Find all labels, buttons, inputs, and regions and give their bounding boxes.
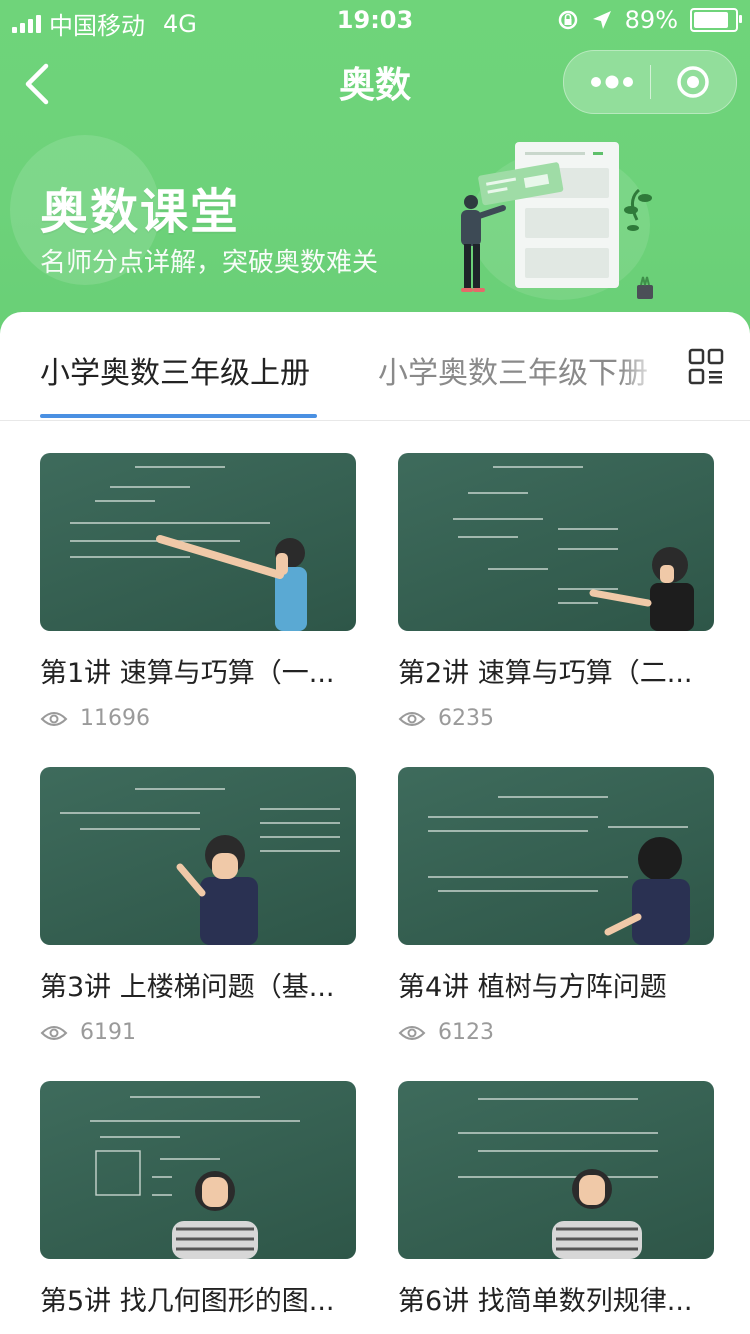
lesson-card[interactable]: 第2讲 速算与巧算（二... 6235 bbox=[398, 453, 714, 731]
view-count-value: 6191 bbox=[80, 1020, 136, 1045]
status-bar: 中国移动 4G 19:03 89% bbox=[0, 0, 750, 40]
chalkboard-image bbox=[60, 788, 340, 945]
eye-icon bbox=[398, 1025, 426, 1040]
battery-percent: 89% bbox=[624, 6, 678, 34]
miniprogram-capsule bbox=[563, 50, 737, 114]
category-menu-icon[interactable] bbox=[688, 348, 724, 386]
view-count: 6235 bbox=[398, 706, 714, 731]
lesson-thumbnail[interactable] bbox=[40, 767, 356, 945]
view-count-value: 6235 bbox=[438, 706, 494, 731]
lesson-thumbnail[interactable] bbox=[398, 453, 714, 631]
banner-title: 奥数课堂 bbox=[40, 184, 241, 240]
close-miniprogram-icon[interactable] bbox=[676, 65, 710, 99]
chalkboard-image bbox=[70, 466, 307, 631]
more-icon[interactable] bbox=[586, 69, 638, 95]
tab-grade3-volume2[interactable]: 小学奥数三年级下册 bbox=[378, 348, 652, 392]
eye-icon bbox=[398, 711, 426, 726]
lesson-thumbnail[interactable] bbox=[398, 1081, 714, 1259]
eye-icon bbox=[40, 1025, 68, 1040]
view-count: 6191 bbox=[40, 1020, 356, 1045]
orientation-lock-icon bbox=[558, 10, 577, 30]
capsule-divider bbox=[650, 65, 651, 99]
lesson-card[interactable]: 第5讲 找几何图形的图... bbox=[40, 1081, 356, 1318]
chalkboard-image bbox=[458, 1098, 658, 1259]
lesson-card[interactable]: 第6讲 找简单数列规律... bbox=[398, 1081, 714, 1318]
lesson-title: 第5讲 找几何图形的图... bbox=[40, 1286, 335, 1317]
active-tab-indicator bbox=[40, 414, 317, 418]
lesson-thumbnail[interactable] bbox=[398, 767, 714, 945]
view-count-value: 11696 bbox=[80, 706, 150, 731]
lesson-title: 第6讲 找简单数列规律... bbox=[398, 1286, 693, 1317]
content-sheet: 小学奥数三年级上册 小学奥数三年级下册 第1讲 速算与巧算（一... 11696… bbox=[0, 312, 750, 1334]
view-count: 11696 bbox=[40, 706, 356, 731]
tab-grade3-volume1[interactable]: 小学奥数三年级上册 bbox=[40, 348, 310, 392]
lesson-title: 第3讲 上楼梯问题（基... bbox=[40, 972, 335, 1003]
view-count: 6123 bbox=[398, 1020, 714, 1045]
header-banner: 中国移动 4G 19:03 89% 奥数 奥数课堂 名师分点详解，突破奥数难关 bbox=[0, 0, 750, 340]
lesson-title: 第2讲 速算与巧算（二... bbox=[398, 658, 693, 689]
chalkboard-image bbox=[428, 796, 690, 945]
tab-overflow-fade bbox=[620, 332, 660, 402]
eye-icon bbox=[40, 711, 68, 726]
location-icon bbox=[592, 11, 611, 29]
view-count-value: 6123 bbox=[438, 1020, 494, 1045]
lesson-thumbnail[interactable] bbox=[40, 1081, 356, 1259]
lesson-card[interactable]: 第1讲 速算与巧算（一... 11696 bbox=[40, 453, 356, 731]
tab-bar: 小学奥数三年级上册 小学奥数三年级下册 bbox=[0, 312, 750, 421]
lesson-title: 第4讲 植树与方阵问题 bbox=[398, 972, 667, 1003]
lesson-thumbnail[interactable] bbox=[40, 453, 356, 631]
lesson-card[interactable]: 第4讲 植树与方阵问题 6123 bbox=[398, 767, 714, 1045]
lesson-title: 第1讲 速算与巧算（一... bbox=[40, 658, 335, 689]
chalkboard-image bbox=[90, 1096, 300, 1259]
banner-subtitle: 名师分点详解，突破奥数难关 bbox=[40, 248, 379, 278]
lesson-card[interactable]: 第3讲 上楼梯问题（基... 6191 bbox=[40, 767, 356, 1045]
battery-icon bbox=[690, 8, 742, 32]
chalkboard-image bbox=[453, 466, 694, 631]
teacher-illustration bbox=[461, 142, 653, 299]
